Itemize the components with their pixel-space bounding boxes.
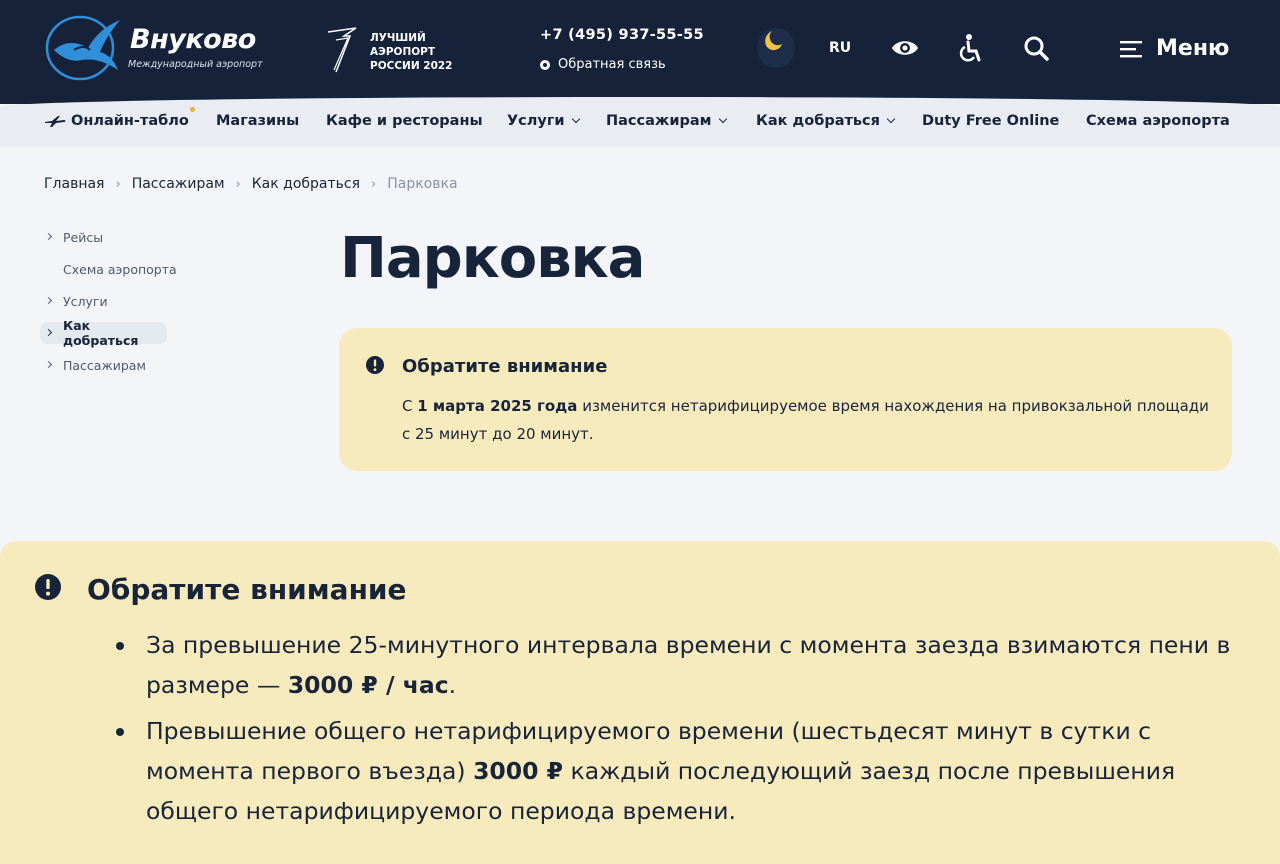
nav-item-online-board[interactable]: Онлайн-табло bbox=[44, 107, 195, 129]
nav-label: Пассажирам bbox=[606, 113, 712, 129]
award-badge[interactable]: ЛУЧШИЙ АЭРОПОРТ РОССИИ 2022 bbox=[322, 26, 462, 76]
sidebar-menu: Рейсы Схема аэропорта Услуги Как добрать… bbox=[40, 226, 270, 386]
breadcrumb-home[interactable]: Главная bbox=[44, 176, 104, 192]
breadcrumb-passengers[interactable]: Пассажирам bbox=[132, 176, 225, 192]
notice-card-large: Обратите внимание За превышение 25-минут… bbox=[0, 541, 1280, 864]
nav-item-airport-map[interactable]: Схема аэропорта bbox=[1086, 113, 1230, 129]
hamburger-icon bbox=[1120, 40, 1142, 57]
plane-icon bbox=[45, 116, 66, 127]
nav-label: Услуги bbox=[507, 113, 565, 129]
exclamation-icon bbox=[35, 574, 61, 600]
list-item: Превышение общего нетарифицируемого врем… bbox=[116, 711, 1256, 831]
sidebar-item-services[interactable]: Услуги bbox=[40, 290, 270, 312]
accessibility-icon[interactable] bbox=[957, 33, 983, 63]
nav-item-shops[interactable]: Магазины bbox=[216, 113, 299, 129]
nav-label: Магазины bbox=[216, 113, 300, 129]
sidebar-item-how-to-get[interactable]: Как добраться bbox=[40, 318, 167, 348]
chevron-right-icon bbox=[44, 296, 53, 305]
notification-dot bbox=[190, 107, 195, 112]
nav-label: Как добраться bbox=[756, 113, 880, 129]
nav-item-duty-free[interactable]: Duty Free Online bbox=[922, 113, 1059, 129]
feedback-link[interactable]: Обратная связь bbox=[540, 57, 666, 72]
sidebar-item-passengers[interactable]: Пассажирам bbox=[40, 354, 270, 376]
nav-item-cafes[interactable]: Кафе и рестораны bbox=[326, 113, 483, 129]
sidebar-item-label: Рейсы bbox=[63, 229, 104, 245]
site-header: Внуково Международный аэропорт ЛУЧШИЙ АЭ… bbox=[0, 0, 1280, 104]
chevron-right-icon bbox=[44, 232, 53, 241]
nav-label: Duty Free Online bbox=[922, 113, 1060, 129]
chevron-right-icon bbox=[44, 328, 53, 337]
feedback-label: Обратная связь bbox=[558, 57, 666, 72]
sidebar-item-label: Услуги bbox=[63, 293, 108, 309]
menu-button[interactable]: Меню bbox=[1120, 36, 1229, 61]
eye-icon[interactable] bbox=[890, 36, 920, 60]
breadcrumb-separator-icon: › bbox=[235, 176, 241, 192]
notice-card: Обратите внимание С 1 марта 2025 года из… bbox=[339, 328, 1232, 471]
chat-icon bbox=[540, 59, 550, 70]
chevron-down-icon bbox=[886, 114, 896, 124]
logo-subtitle: Международный аэропорт bbox=[128, 59, 263, 70]
phone-link[interactable]: +7 (495) 937-55-55 bbox=[540, 27, 704, 43]
search-icon[interactable] bbox=[1023, 35, 1049, 61]
logo-title: Внуково bbox=[130, 24, 256, 55]
penalty-amount: 3000 ₽ / час bbox=[287, 671, 449, 699]
language-switch[interactable]: RU bbox=[829, 40, 851, 56]
breadcrumb-separator-icon: › bbox=[371, 176, 377, 192]
list-item-text: . bbox=[448, 671, 457, 699]
logo-bird-icon bbox=[45, 15, 120, 81]
notice-date: 1 марта 2025 года bbox=[417, 397, 578, 415]
award-text: ЛУЧШИЙ АЭРОПОРТ РОССИИ 2022 bbox=[370, 32, 453, 72]
nav-item-services[interactable]: Услуги bbox=[507, 113, 580, 129]
notice-text: С 1 марта 2025 года изменится нетарифици… bbox=[402, 392, 1217, 448]
chevron-right-icon bbox=[44, 360, 53, 369]
theme-toggle-button[interactable] bbox=[757, 28, 795, 68]
moon-icon bbox=[765, 31, 782, 51]
sidebar-item-label: Схема аэропорта bbox=[63, 261, 177, 277]
list-item: За превышение 25-минутного интервала вре… bbox=[116, 625, 1256, 705]
sidebar-item-label: Пассажирам bbox=[63, 357, 146, 373]
sidebar-item-label: Как добраться bbox=[63, 318, 139, 348]
nav-label: Онлайн-табло bbox=[71, 113, 189, 129]
notice-title: Обратите внимание bbox=[87, 573, 407, 606]
notice-title: Обратите внимание bbox=[402, 356, 608, 377]
notice-text-part: С bbox=[402, 397, 418, 415]
award-wing-icon bbox=[327, 27, 357, 73]
chevron-down-icon bbox=[571, 114, 580, 124]
main-nav: Онлайн-табло Магазины Кафе и рестораны У… bbox=[0, 97, 1280, 147]
nav-item-passengers[interactable]: Пассажирам bbox=[606, 113, 727, 129]
breadcrumb-separator-icon: › bbox=[115, 176, 121, 192]
chevron-down-icon bbox=[718, 114, 727, 124]
page-title: Парковка bbox=[340, 226, 645, 291]
nav-item-how-to-get[interactable]: Как добраться bbox=[756, 113, 896, 129]
notice-list: За превышение 25-минутного интервала вре… bbox=[116, 625, 1256, 837]
sidebar-item-airport-map[interactable]: Схема аэропорта bbox=[40, 258, 270, 280]
logo[interactable]: Внуково Международный аэропорт bbox=[44, 14, 274, 82]
nav-label: Кафе и рестораны bbox=[326, 113, 483, 129]
menu-label: Меню bbox=[1156, 36, 1230, 61]
penalty-amount: 3000 ₽ bbox=[473, 757, 564, 785]
exclamation-icon bbox=[366, 356, 384, 374]
sidebar-item-flights[interactable]: Рейсы bbox=[40, 226, 270, 248]
breadcrumb-how-to-get[interactable]: Как добраться bbox=[252, 176, 360, 192]
nav-label: Схема аэропорта bbox=[1086, 113, 1230, 129]
breadcrumb-current: Парковка bbox=[387, 176, 458, 192]
breadcrumb: Главная › Пассажирам › Как добраться › П… bbox=[44, 176, 458, 192]
